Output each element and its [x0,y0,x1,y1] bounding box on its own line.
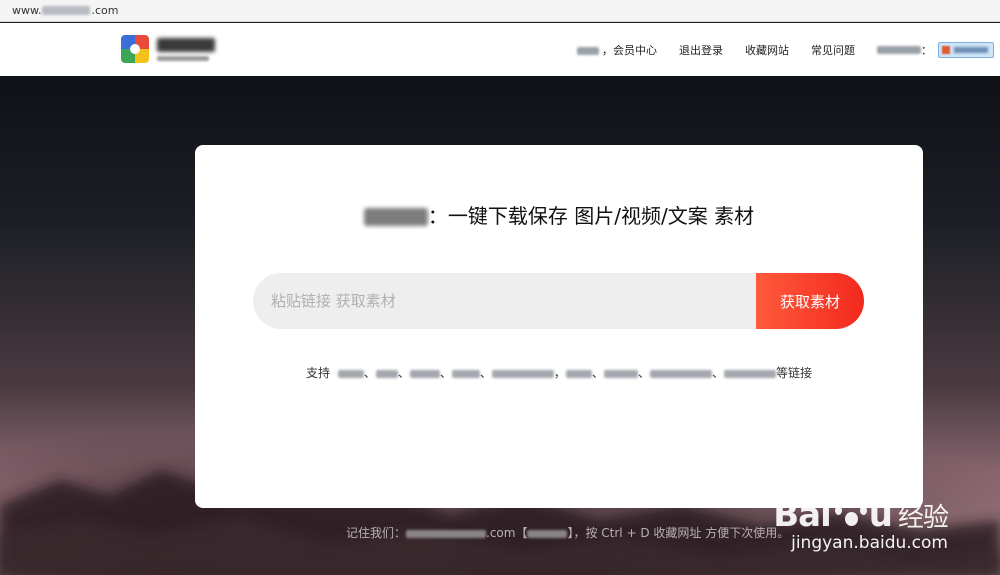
nav-faq[interactable]: 常见问题 [811,42,855,58]
account-badge[interactable] [938,41,994,58]
browser-url-bar[interactable]: www. .com [0,0,1000,22]
username-redacted [577,46,599,55]
card-title: ：一键下载保存 图片/视频/文案 素材 [195,200,923,229]
top-nav: ，会员中心 退出登录 收藏网站 常见问题 ： [577,23,1000,76]
nav-logout[interactable]: 退出登录 [679,42,723,58]
search-bar: 获取素材 [253,273,864,329]
logo-icon [121,35,149,63]
logo-text-redacted [157,37,215,61]
nav-member-center[interactable]: ，会员中心 [577,42,657,58]
site-logo[interactable] [121,35,215,63]
footer-hint: 记住我们： .com【 】，按 Ctrl + D 收藏网址 方便下次使用。 [346,526,790,540]
nav-bookmark-site[interactable]: 收藏网站 [745,42,789,58]
site-header: ，会员中心 退出登录 收藏网站 常见问题 ： [0,23,1000,76]
watermark-logo: Bai u 经验 [773,495,949,535]
site-name-redacted [363,208,428,226]
main-card: ：一键下载保存 图片/视频/文案 素材 获取素材 支持 、、、、，、、、等链接 [195,145,923,508]
link-input[interactable] [253,273,773,329]
account-label-redacted: ： [877,42,932,58]
url-suffix: .com [91,4,119,17]
baidu-jingyan-watermark: Bai u 经验 jingyan.baidu.com [773,495,949,553]
get-material-button[interactable]: 获取素材 [756,273,864,329]
flag-icon [942,45,950,54]
supported-platforms: 支持 、、、、，、、、等链接 [306,366,812,380]
watermark-url: jingyan.baidu.com [791,533,948,553]
url-domain-redacted [42,6,91,15]
paw-icon [833,498,867,532]
url-prefix: www. [12,4,42,17]
footer-name-redacted [527,529,568,538]
footer-domain-redacted [406,529,487,538]
